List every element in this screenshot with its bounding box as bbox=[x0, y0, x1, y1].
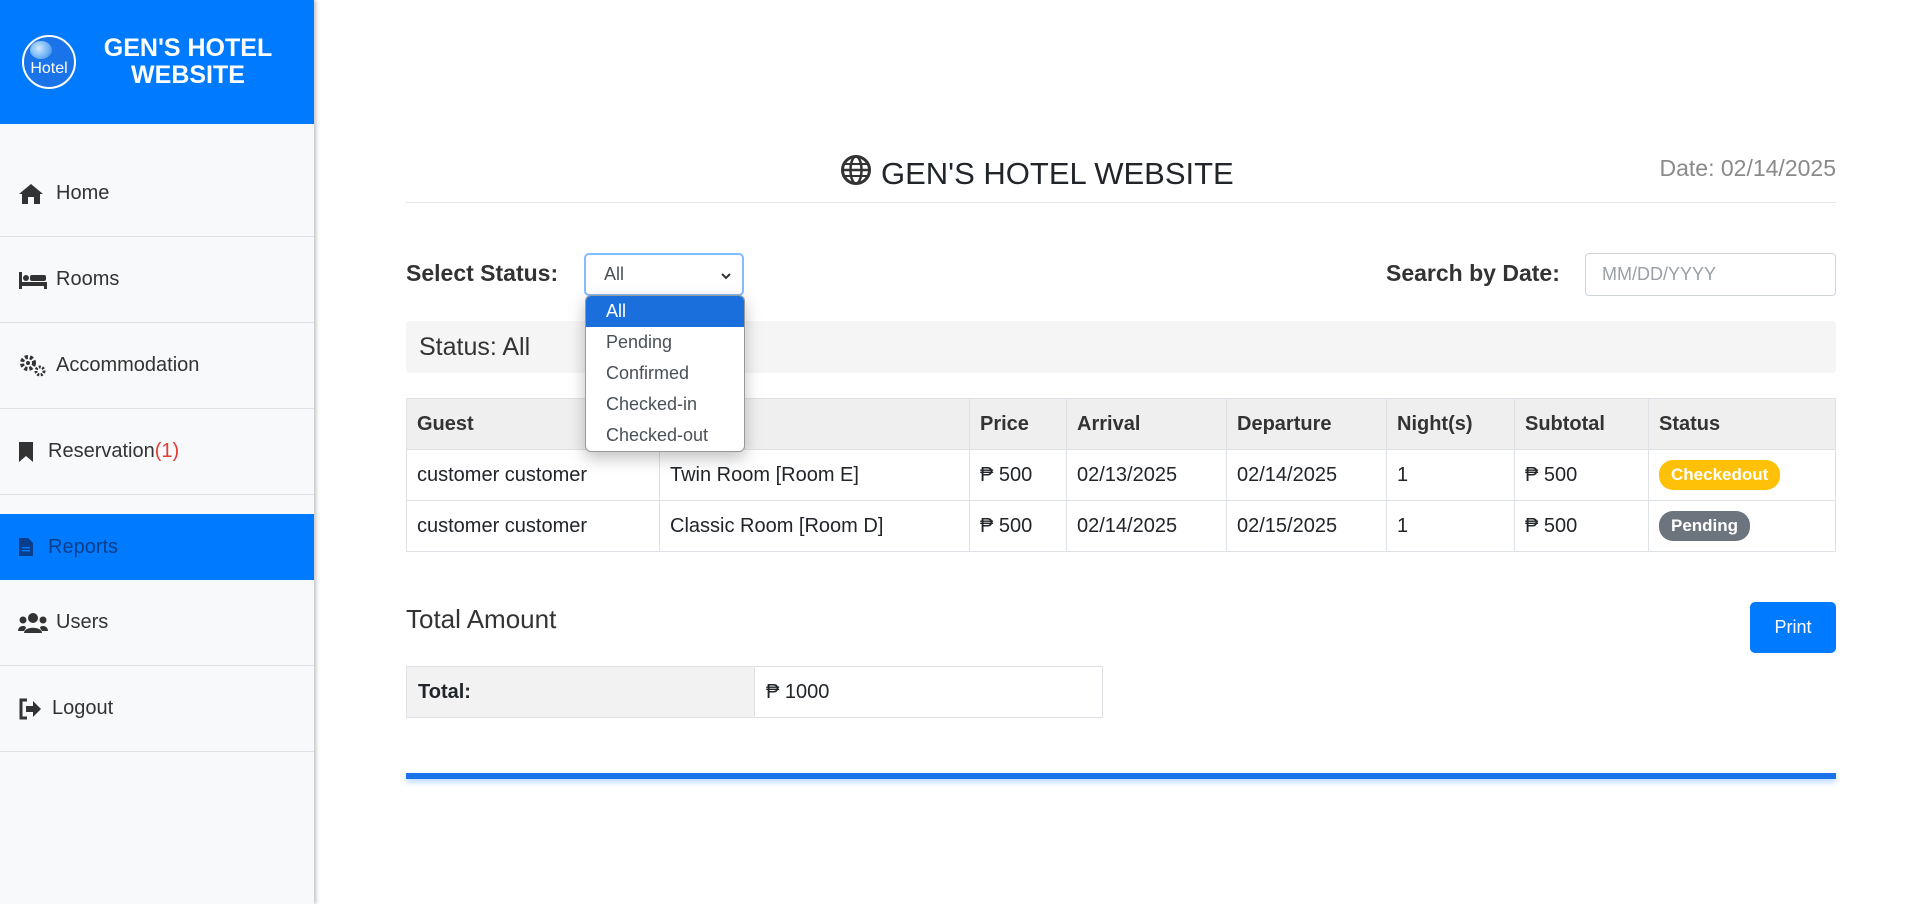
departure-cell: 02/15/2025 bbox=[1226, 500, 1387, 552]
nights-cell: 1 bbox=[1386, 449, 1515, 501]
table-row: customer customer Classic Room [Room D] … bbox=[406, 500, 1836, 552]
page-title: GEN'S HOTEL WEBSITE bbox=[841, 155, 1234, 193]
total-value: ₱ 1000 bbox=[754, 666, 1103, 718]
guest-cell: customer customer bbox=[406, 449, 660, 501]
sidebar-item-label: Reports bbox=[48, 535, 119, 558]
sidebar-item-accommodation[interactable]: Accommodation bbox=[0, 323, 314, 409]
brand-title: GEN'S HOTEL WEBSITE bbox=[103, 34, 273, 89]
date-search-input[interactable]: MM/DD/YYYY bbox=[1585, 253, 1836, 296]
status-option-checked-in[interactable]: Checked-in bbox=[586, 389, 744, 420]
bottom-divider bbox=[406, 773, 1836, 779]
sidebar-item-home[interactable]: Home bbox=[0, 151, 314, 237]
guest-cell: customer customer bbox=[406, 500, 660, 552]
column-header: Night(s) bbox=[1386, 398, 1515, 450]
sidebar-item-users[interactable]: Users bbox=[0, 580, 314, 666]
column-header: Status bbox=[1648, 398, 1836, 450]
sidebar-item-label: Accommodation bbox=[56, 354, 200, 376]
sidebar-item-rooms[interactable]: Rooms bbox=[0, 237, 314, 323]
report-date: Date: 02/14/2025 bbox=[1659, 155, 1836, 181]
room-cell: Twin Room [Room E] bbox=[659, 449, 970, 501]
status-option-checked-out[interactable]: Checked-out bbox=[586, 420, 744, 451]
status-filter-label: Select Status: bbox=[406, 260, 559, 286]
status-option-pending[interactable]: Pending bbox=[586, 327, 744, 358]
chevron-down-icon bbox=[720, 267, 732, 288]
bookmark-icon bbox=[18, 440, 40, 464]
gears-icon bbox=[18, 354, 48, 378]
nights-cell: 1 bbox=[1386, 500, 1515, 552]
status-cell: Pending bbox=[1648, 500, 1836, 552]
logout-icon bbox=[18, 697, 44, 721]
status-option-all[interactable]: All bbox=[586, 296, 744, 327]
date-placeholder: MM/DD/YYYY bbox=[1602, 264, 1717, 284]
reservation-count-badge: (1) bbox=[154, 440, 180, 462]
file-icon bbox=[18, 535, 40, 559]
price-cell: ₱ 500 bbox=[969, 500, 1067, 552]
column-header: Arrival bbox=[1066, 398, 1227, 450]
sidebar-item-reservation[interactable]: Reservation (1) bbox=[0, 409, 314, 495]
total-heading: Total Amount bbox=[406, 604, 557, 634]
status-cell: Checkedout bbox=[1648, 449, 1836, 501]
users-icon bbox=[18, 611, 48, 635]
logo-text: Hotel bbox=[30, 60, 68, 77]
subtotal-cell: ₱ 500 bbox=[1514, 449, 1649, 501]
arrival-cell: 02/13/2025 bbox=[1066, 449, 1227, 501]
departure-cell: 02/14/2025 bbox=[1226, 449, 1387, 501]
report-header: GEN'S HOTEL WEBSITE Date: 02/14/2025 bbox=[406, 0, 1836, 203]
status-badge: Pending bbox=[1659, 511, 1751, 541]
column-header: Subtotal bbox=[1514, 398, 1649, 450]
total-table: Total: ₱ 1000 bbox=[406, 666, 1103, 718]
brand-header: Hotel GEN'S HOTEL WEBSITE bbox=[0, 0, 314, 124]
home-icon bbox=[18, 182, 48, 206]
arrival-cell: 02/14/2025 bbox=[1066, 500, 1227, 552]
total-row: Total: ₱ 1000 bbox=[406, 666, 1103, 718]
sidebar: Hotel GEN'S HOTEL WEBSITE Home Rooms Acc… bbox=[0, 0, 314, 904]
column-header: Departure bbox=[1226, 398, 1387, 450]
print-button[interactable]: Print bbox=[1750, 602, 1836, 653]
subtotal-cell: ₱ 500 bbox=[1514, 500, 1649, 552]
sidebar-nav: Home Rooms Accommodation Reservation (1) … bbox=[0, 151, 314, 752]
status-dropdown-list: All Pending Confirmed Checked-in Checked… bbox=[585, 295, 745, 452]
bed-icon bbox=[18, 268, 48, 292]
globe-logo-icon bbox=[30, 41, 52, 59]
total-section: Total Amount Print Total: ₱ 1000 bbox=[406, 552, 1836, 722]
total-label: Total: bbox=[406, 666, 755, 718]
table-row: customer customer Twin Room [Room E] ₱ 5… bbox=[406, 449, 1836, 501]
sidebar-item-label: Users bbox=[56, 611, 109, 633]
room-cell: Classic Room [Room D] bbox=[659, 500, 970, 552]
sidebar-item-label: Home bbox=[56, 182, 110, 204]
sidebar-item-label: Reservation bbox=[48, 440, 155, 462]
status-option-confirmed[interactable]: Confirmed bbox=[586, 358, 744, 389]
sidebar-item-label: Logout bbox=[52, 697, 114, 719]
price-cell: ₱ 500 bbox=[969, 449, 1067, 501]
date-filter-label: Search by Date: bbox=[1386, 260, 1560, 286]
sidebar-item-label: Rooms bbox=[56, 268, 120, 290]
sidebar-item-logout[interactable]: Logout bbox=[0, 666, 314, 752]
status-select-value: All bbox=[604, 264, 625, 284]
page-title-text: GEN'S HOTEL WEBSITE bbox=[881, 156, 1234, 191]
globe-icon bbox=[841, 155, 881, 193]
sidebar-item-reports[interactable]: Reports bbox=[0, 514, 314, 580]
hotel-logo: Hotel bbox=[22, 35, 76, 89]
status-badge: Checkedout bbox=[1659, 460, 1781, 490]
column-header: Price bbox=[969, 398, 1067, 450]
status-select[interactable]: All bbox=[584, 253, 744, 296]
